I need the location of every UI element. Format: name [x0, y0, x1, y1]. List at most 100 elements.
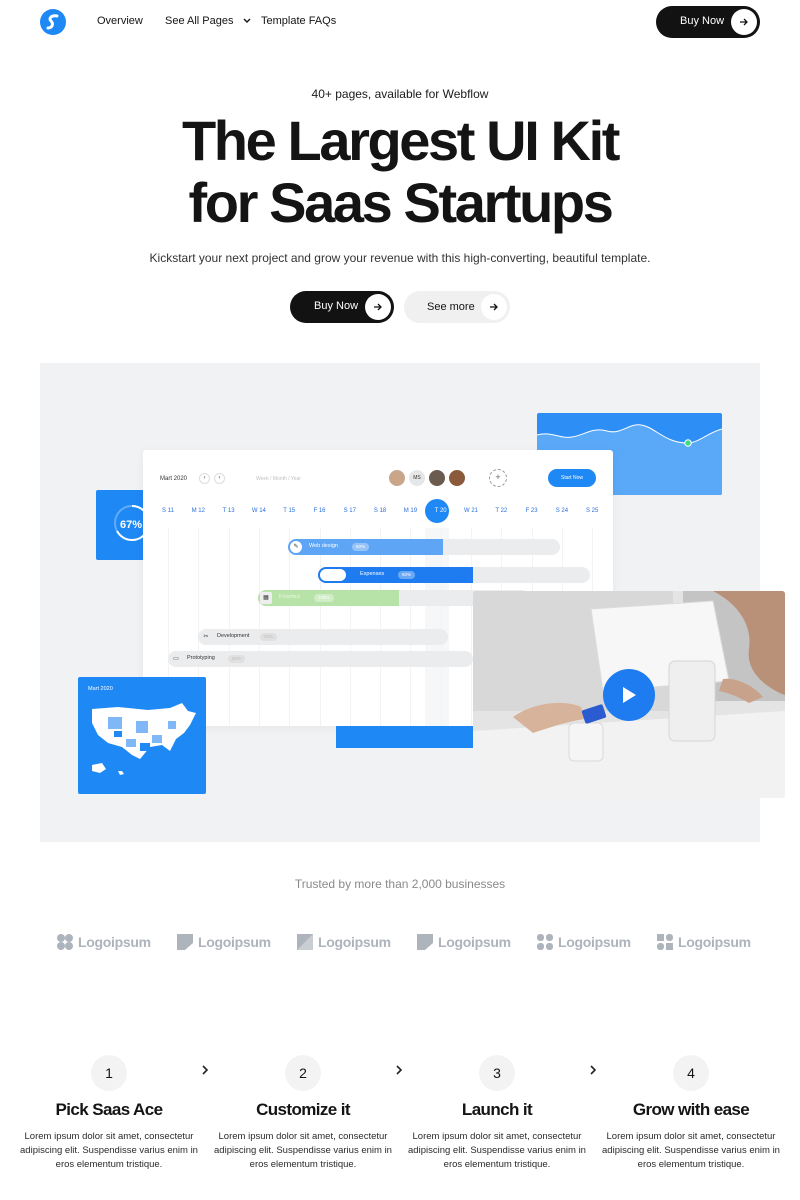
avatar [428, 469, 446, 487]
brand-logo-icon[interactable] [40, 9, 66, 35]
grid-icon: ▦ [260, 592, 272, 604]
gantt-day-label[interactable]: S 17 [335, 508, 365, 514]
chevron-left-icon[interactable]: ‹ [199, 473, 210, 484]
gantt-day-label[interactable]: T 15 [274, 508, 304, 514]
partner-logo: Logoipsum [176, 932, 271, 952]
step-description: Lorem ipsum dolor sit amet, consectetur … [602, 1131, 780, 1170]
gantt-grid-line [380, 528, 382, 726]
task-bar-expenses[interactable]: Expenses 60% [318, 567, 590, 583]
gantt-day-label[interactable]: S 25 [577, 508, 607, 514]
step-number: 4 [673, 1055, 709, 1091]
gantt-grid-line [349, 528, 351, 726]
gantt-grid-line [319, 528, 321, 726]
pen-icon: ✎ [290, 541, 302, 553]
partner-logo-text: Logoipsum [558, 934, 631, 950]
gantt-day-label[interactable]: S 18 [365, 508, 395, 514]
step-title: Pick Saas Ace [55, 1100, 163, 1119]
progress-stat-value: 67% [120, 519, 143, 531]
task-badge: 60% [228, 655, 246, 663]
partner-logo-text: Logoipsum [318, 934, 391, 950]
logoipsum-mark-icon [657, 934, 673, 950]
gantt-view-switch[interactable]: Week / Month / Year [256, 476, 301, 482]
chevron-down-icon [243, 18, 251, 23]
task-bar-prototyping[interactable]: ▭ Prototyping 60% [168, 651, 473, 667]
arrow-right-icon [481, 294, 507, 320]
trusted-caption: Trusted by more than 2,000 businesses [294, 877, 506, 891]
partner-logo: Logoipsum [536, 932, 631, 952]
task-name: Expenses [360, 571, 385, 577]
gantt-day-label[interactable]: M 12 [183, 508, 213, 514]
step-description: Lorem ipsum dolor sit amet, consectetur … [20, 1131, 198, 1170]
today-column [425, 528, 449, 726]
partner-logo: Logoipsum [296, 932, 391, 952]
step-title: Grow with ease [632, 1100, 750, 1119]
avatar [448, 469, 466, 487]
step-title: Customize it [256, 1100, 350, 1119]
chevron-right-icon [588, 1063, 598, 1081]
nav-all-pages-dropdown[interactable]: See All Pages [165, 15, 251, 27]
hero-headline-line-2: for Saas Startups [188, 171, 614, 234]
gantt-day-label[interactable]: S 24 [547, 508, 577, 514]
partner-logo: Logoipsum [656, 932, 751, 952]
video-thumbnail[interactable] [473, 591, 785, 798]
gantt-day-label[interactable]: F 16 [305, 508, 335, 514]
gantt-day-label[interactable]: T 20 [426, 508, 456, 514]
step-description: Lorem ipsum dolor sit amet, consectetur … [214, 1131, 392, 1170]
hero-headline: The Largest UI Kit for Saas Startups [0, 110, 800, 234]
logoipsum-mark-icon [297, 934, 313, 950]
task-bar-web-design[interactable]: ✎ Web design 60% [288, 539, 560, 555]
gantt-month-label: Mart 2020 [160, 476, 188, 482]
gantt-grid-line [228, 528, 230, 726]
see-more-button[interactable]: See more [404, 291, 510, 323]
task-badge: 40% [260, 633, 278, 641]
play-icon [623, 687, 636, 703]
gantt-day-label[interactable]: T 13 [214, 508, 244, 514]
partner-logo-text: Logoipsum [78, 934, 151, 950]
partner-logo: Logoipsum [416, 932, 511, 952]
us-map-graphic [92, 703, 196, 775]
task-name: Web design [309, 543, 338, 549]
hero-headline-line-1: The Largest UI Kit [182, 109, 620, 172]
hero-buy-now-label: Buy Now [314, 300, 359, 312]
task-bar-development[interactable]: ✂ Development 40% [198, 629, 448, 645]
nav-buy-now-button[interactable]: Buy Now [656, 6, 760, 38]
task-name: Prototyping [187, 655, 215, 661]
hero-buy-now-button[interactable]: Buy Now [290, 291, 394, 323]
tools-icon: ✂ [203, 634, 209, 640]
step-number: 3 [479, 1055, 515, 1091]
logoipsum-mark-icon [177, 934, 193, 950]
nav-faq-link[interactable]: Template FAQs [261, 15, 336, 27]
nav-overview-link[interactable]: Overview [97, 15, 143, 27]
partner-logo: Logoipsum [56, 932, 151, 952]
arrow-right-icon [731, 9, 757, 35]
us-map-card: Mart 2020 [78, 677, 206, 794]
play-video-button[interactable] [603, 669, 655, 721]
map-card-label: Mart 2020 [88, 686, 113, 692]
logoipsum-mark-icon [57, 934, 73, 950]
gantt-day-label[interactable]: T 22 [486, 508, 516, 514]
gantt-grid-line [471, 528, 472, 726]
top-nav: Overview See All Pages Template FAQs Buy… [0, 0, 800, 44]
gantt-day-label[interactable]: W 21 [456, 508, 486, 514]
gantt-day-label[interactable]: F 23 [517, 508, 547, 514]
avatar-group [320, 569, 346, 581]
task-name: Finished [279, 594, 300, 600]
gantt-day-label[interactable]: W 14 [244, 508, 274, 514]
avatar [388, 469, 406, 487]
gantt-grid-line [258, 528, 260, 726]
hero-eyebrow: 40+ pages, available for Webflow [311, 87, 489, 101]
logoipsum-mark-icon [537, 934, 553, 950]
chevron-right-icon[interactable]: › [214, 473, 225, 484]
see-more-label: See more [427, 301, 475, 313]
step-number: 1 [91, 1055, 127, 1091]
gantt-day-label[interactable]: S 11 [153, 508, 183, 514]
partner-logo-text: Logoipsum [678, 934, 751, 950]
step-description: Lorem ipsum dolor sit amet, consectetur … [408, 1131, 586, 1170]
add-member-icon[interactable]: + [489, 469, 507, 487]
chevron-right-icon [394, 1063, 404, 1081]
gantt-day-label[interactable]: M 19 [395, 508, 425, 514]
start-now-button[interactable]: Start Now [548, 469, 596, 487]
task-name: Development [217, 633, 250, 639]
chevron-right-icon [200, 1063, 210, 1081]
partner-logo-text: Logoipsum [438, 934, 511, 950]
